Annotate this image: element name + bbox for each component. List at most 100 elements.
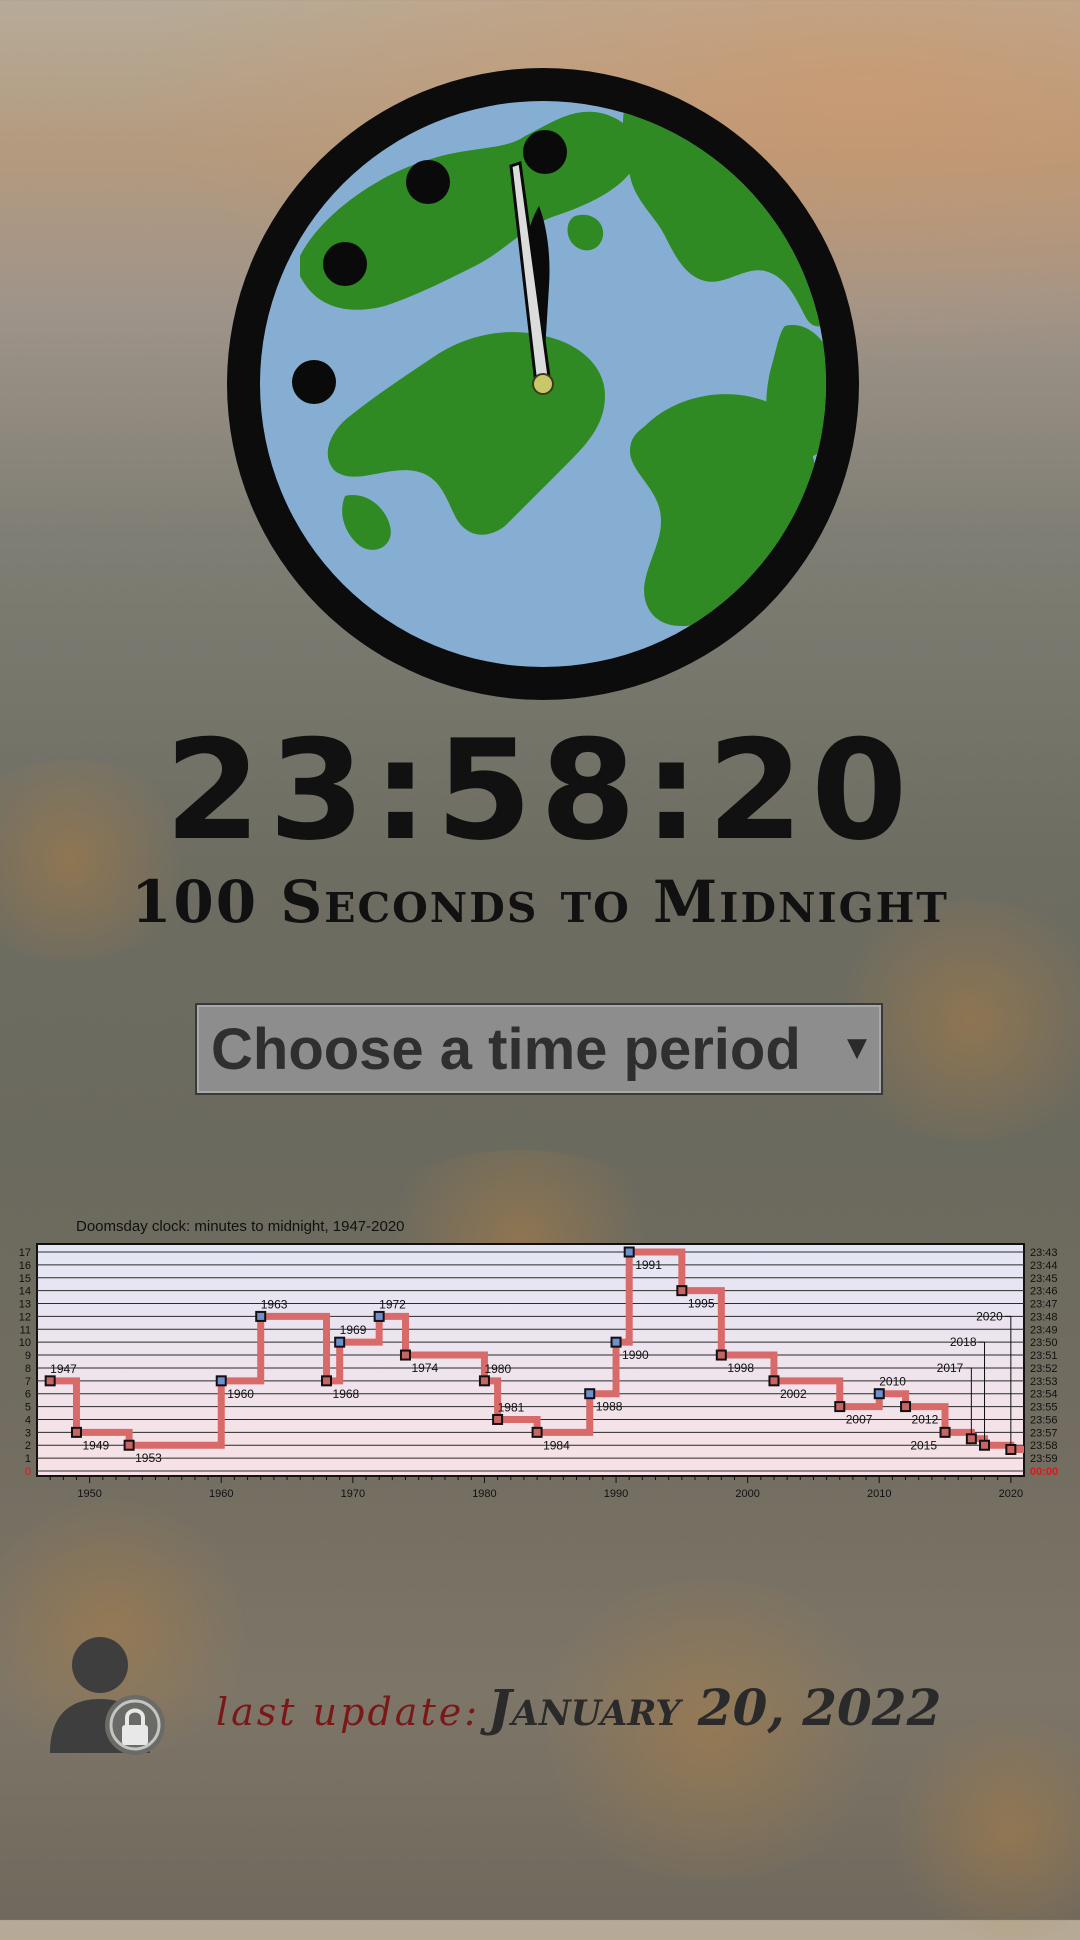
data-point-label: 1968	[333, 1387, 360, 1401]
clock-dot	[523, 130, 567, 174]
data-point-marker	[768, 1375, 780, 1387]
data-point-label: 1947	[50, 1362, 77, 1376]
chart-plot-area	[36, 1243, 1025, 1477]
y-tick-label-right: 23:57	[1030, 1427, 1058, 1439]
dropdown-arrow-icon: ▼	[847, 1033, 867, 1063]
y-tick-label-right: 23:45	[1030, 1273, 1058, 1285]
x-tick-label: 2010	[867, 1488, 891, 1500]
y-tick-label-left: 12	[19, 1311, 31, 1323]
data-point-marker	[1005, 1443, 1017, 1455]
data-point-marker	[478, 1375, 490, 1387]
data-point-label: 2020	[976, 1309, 1003, 1323]
data-point-marker	[399, 1349, 411, 1361]
clock-center-pin	[532, 373, 554, 395]
data-point-marker	[965, 1433, 977, 1445]
y-tick-label-right: 23:53	[1030, 1376, 1058, 1388]
data-point-label: 1984	[543, 1438, 570, 1452]
data-point-label: 1998	[727, 1361, 754, 1375]
y-tick-label-left: 15	[19, 1273, 31, 1285]
data-point-label: 1988	[596, 1400, 623, 1414]
data-point-label: 1972	[379, 1297, 406, 1311]
y-tick-label-left: 3	[25, 1427, 31, 1439]
data-point-marker	[531, 1426, 543, 1438]
y-tick-label-right: 23:56	[1030, 1414, 1058, 1426]
data-point-marker	[70, 1426, 82, 1438]
time-readout: 23:58:20	[164, 710, 916, 871]
data-point-label: 2007	[846, 1413, 873, 1427]
y-tick-label-left: 16	[19, 1260, 31, 1272]
data-point-label: 1995	[688, 1297, 715, 1311]
y-tick-label-left: 6	[25, 1389, 31, 1401]
doomsday-clock	[227, 68, 859, 700]
data-point-label: 2017	[937, 1361, 964, 1375]
y-tick-label-right: 23:55	[1030, 1402, 1058, 1414]
last-update-label: last update:	[216, 1690, 480, 1734]
data-point-label: 1981	[498, 1400, 525, 1414]
y-tick-label-left: 13	[19, 1299, 31, 1311]
data-point-marker	[676, 1285, 688, 1297]
x-tick-label: 1950	[77, 1488, 101, 1500]
data-point-label: 2015	[910, 1438, 937, 1452]
y-tick-label-right: 23:47	[1030, 1299, 1058, 1311]
y-tick-label-right: 23:54	[1030, 1389, 1058, 1401]
y-tick-label-left: 8	[25, 1363, 31, 1375]
y-tick-label-right: 23:59	[1030, 1453, 1058, 1465]
x-tick-label: 1960	[209, 1488, 233, 1500]
y-tick-label-right: 23:44	[1030, 1260, 1058, 1272]
data-point-label: 1969	[340, 1323, 367, 1337]
data-point-label: 1953	[135, 1451, 162, 1465]
data-point-label: 1949	[82, 1438, 109, 1452]
y-tick-label-left: 5	[25, 1402, 31, 1414]
data-point-marker	[215, 1375, 227, 1387]
data-point-marker	[44, 1375, 56, 1387]
x-tick-label: 2000	[735, 1488, 759, 1500]
x-tick-label: 2020	[999, 1488, 1023, 1500]
data-point-label: 2012	[912, 1413, 939, 1427]
y-tick-label-right: 00:00	[1030, 1466, 1058, 1478]
time-period-select[interactable]: Choose a time period ▼	[195, 1003, 883, 1095]
y-tick-label-right: 23:43	[1030, 1247, 1058, 1259]
data-point-marker	[623, 1246, 635, 1258]
y-tick-label-left: 14	[19, 1286, 31, 1298]
data-point-marker	[939, 1426, 951, 1438]
data-point-marker	[584, 1388, 596, 1400]
x-tick-label: 1980	[472, 1488, 496, 1500]
clock-dot	[406, 160, 450, 204]
y-tick-label-left: 4	[25, 1414, 31, 1426]
data-point-marker	[834, 1401, 846, 1413]
y-tick-label-right: 23:51	[1030, 1350, 1058, 1362]
time-period-select-label: Choose a time period	[211, 1016, 801, 1082]
data-point-marker	[321, 1375, 333, 1387]
y-tick-label-left: 10	[19, 1337, 31, 1349]
data-point-marker	[334, 1336, 346, 1348]
clock-dot	[292, 360, 336, 404]
y-tick-label-right: 23:52	[1030, 1363, 1058, 1375]
data-point-marker	[873, 1388, 885, 1400]
y-tick-label-left: 1	[25, 1453, 31, 1465]
y-tick-label-left: 11	[20, 1324, 31, 1336]
y-tick-label-right: 23:49	[1030, 1324, 1058, 1336]
user-lock-icon	[50, 1637, 165, 1755]
y-tick-label-left: 0	[25, 1466, 31, 1478]
data-point-marker	[979, 1439, 991, 1451]
data-point-label: 1991	[635, 1258, 662, 1272]
data-point-label: 1963	[261, 1297, 288, 1311]
data-point-marker	[715, 1349, 727, 1361]
data-point-marker	[373, 1310, 385, 1322]
seconds-to-midnight-caption: 100 Seconds to Midnight	[131, 868, 949, 936]
y-tick-label-right: 23:50	[1030, 1337, 1058, 1349]
data-point-label: 1990	[622, 1348, 649, 1362]
x-tick-label: 1970	[341, 1488, 365, 1500]
y-tick-label-left: 7	[25, 1376, 31, 1388]
chart-title: Doomsday clock: minutes to midnight, 194…	[76, 1218, 405, 1235]
data-point-marker	[255, 1310, 267, 1322]
y-tick-label-left: 9	[25, 1350, 31, 1362]
y-tick-label-right: 23:48	[1030, 1311, 1058, 1323]
data-point-marker	[492, 1413, 504, 1425]
data-point-label: 1974	[411, 1361, 438, 1375]
data-point-label: 2010	[879, 1375, 906, 1389]
doomsday-chart: 0 00:00 1 23:59 2 23:58 3 23:57 4 23:56 5 23:55 6 23:…	[19, 1243, 1058, 1500]
y-tick-label-right: 23:58	[1030, 1440, 1058, 1452]
clock-dot	[323, 242, 367, 286]
x-tick-label: 1990	[604, 1488, 628, 1500]
